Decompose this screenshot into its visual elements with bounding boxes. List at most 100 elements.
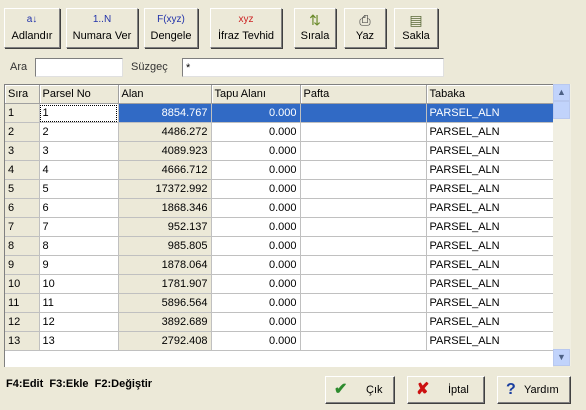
sakla-button[interactable]: ▤ Sakla bbox=[394, 8, 438, 48]
ara-input[interactable] bbox=[35, 58, 123, 77]
alan-cell[interactable]: 4486.272 bbox=[118, 122, 212, 142]
table-row[interactable]: 6 6 1868.346 0.000 PARSEL_ALN bbox=[5, 198, 553, 218]
col-header-sira[interactable]: Sıra bbox=[5, 85, 40, 104]
pafta-cell[interactable] bbox=[300, 274, 427, 294]
parsel-no-cell[interactable]: 5 bbox=[39, 179, 119, 199]
pafta-cell[interactable] bbox=[300, 236, 427, 256]
table-row[interactable]: 4 4 4666.712 0.000 PARSEL_ALN bbox=[5, 160, 553, 180]
tabaka-cell[interactable]: PARSEL_ALN bbox=[426, 274, 553, 294]
tapu-alani-cell[interactable]: 0.000 bbox=[211, 141, 301, 161]
cancel-button[interactable]: ✘ İptal bbox=[407, 376, 485, 404]
alan-cell[interactable]: 4089.923 bbox=[118, 141, 212, 161]
tabaka-cell[interactable]: PARSEL_ALN bbox=[426, 141, 553, 161]
table-row[interactable]: 5 5 17372.992 0.000 PARSEL_ALN bbox=[5, 179, 553, 199]
table-row[interactable]: 12 12 3892.689 0.000 PARSEL_ALN bbox=[5, 312, 553, 332]
table-row[interactable]: 13 13 2792.408 0.000 PARSEL_ALN bbox=[5, 331, 553, 351]
tabaka-cell[interactable]: PARSEL_ALN bbox=[426, 160, 553, 180]
parsel-no-cell[interactable]: 13 bbox=[39, 331, 119, 351]
col-header-tapu-alani[interactable]: Tapu Alanı bbox=[211, 85, 301, 104]
scroll-down-icon[interactable]: ▼ bbox=[553, 349, 570, 366]
tapu-alani-cell[interactable]: 0.000 bbox=[211, 293, 301, 313]
table-row[interactable]: 11 11 5896.564 0.000 PARSEL_ALN bbox=[5, 293, 553, 313]
tabaka-cell[interactable]: PARSEL_ALN bbox=[426, 198, 553, 218]
tapu-alani-cell[interactable]: 0.000 bbox=[211, 103, 301, 123]
tapu-alani-cell[interactable]: 0.000 bbox=[211, 255, 301, 275]
pafta-cell[interactable] bbox=[300, 103, 427, 123]
vertical-scrollbar[interactable]: ▲ ▼ bbox=[553, 84, 571, 366]
tabaka-cell[interactable]: PARSEL_ALN bbox=[426, 236, 553, 256]
parsel-no-cell[interactable]: 3 bbox=[39, 141, 119, 161]
tapu-alani-cell[interactable]: 0.000 bbox=[211, 331, 301, 351]
table-row[interactable]: 10 10 1781.907 0.000 PARSEL_ALN bbox=[5, 274, 553, 294]
alan-cell[interactable]: 1878.064 bbox=[118, 255, 212, 275]
col-header-parsel-no[interactable]: Parsel No bbox=[39, 85, 119, 104]
pafta-cell[interactable] bbox=[300, 122, 427, 142]
tapu-alani-cell[interactable]: 0.000 bbox=[211, 122, 301, 142]
alan-cell[interactable]: 3892.689 bbox=[118, 312, 212, 332]
table-row[interactable]: 2 2 4486.272 0.000 PARSEL_ALN bbox=[5, 122, 553, 142]
col-header-tabaka[interactable]: Tabaka bbox=[426, 85, 553, 104]
pafta-cell[interactable] bbox=[300, 312, 427, 332]
tabaka-cell[interactable]: PARSEL_ALN bbox=[426, 122, 553, 142]
tapu-alani-cell[interactable]: 0.000 bbox=[211, 160, 301, 180]
sirala-button[interactable]: ⇅ Sırala bbox=[294, 8, 336, 48]
scroll-thumb[interactable] bbox=[553, 101, 570, 119]
parsel-no-cell[interactable]: 12 bbox=[39, 312, 119, 332]
col-header-alan[interactable]: Alan bbox=[118, 85, 212, 104]
tabaka-cell[interactable]: PARSEL_ALN bbox=[426, 103, 553, 123]
alan-cell[interactable]: 5896.564 bbox=[118, 293, 212, 313]
tabaka-cell[interactable]: PARSEL_ALN bbox=[426, 293, 553, 313]
alan-cell[interactable]: 2792.408 bbox=[118, 331, 212, 351]
col-header-pafta[interactable]: Pafta bbox=[300, 85, 427, 104]
tapu-alani-cell[interactable]: 0.000 bbox=[211, 274, 301, 294]
tapu-alani-cell[interactable]: 0.000 bbox=[211, 198, 301, 218]
parsel-no-cell[interactable]: 11 bbox=[39, 293, 119, 313]
pafta-cell[interactable] bbox=[300, 179, 427, 199]
tabaka-cell[interactable]: PARSEL_ALN bbox=[426, 179, 553, 199]
parsel-no-cell[interactable]: 8 bbox=[39, 236, 119, 256]
pafta-cell[interactable] bbox=[300, 255, 427, 275]
pafta-cell[interactable] bbox=[300, 217, 427, 237]
alan-cell[interactable]: 1868.346 bbox=[118, 198, 212, 218]
parsel-no-cell[interactable]: 7 bbox=[39, 217, 119, 237]
table-row[interactable]: 3 3 4089.923 0.000 PARSEL_ALN bbox=[5, 141, 553, 161]
table-row[interactable]: 7 7 952.137 0.000 PARSEL_ALN bbox=[5, 217, 553, 237]
tabaka-cell[interactable]: PARSEL_ALN bbox=[426, 312, 553, 332]
pafta-cell[interactable] bbox=[300, 141, 427, 161]
parsel-no-cell[interactable]: 9 bbox=[39, 255, 119, 275]
alan-cell[interactable]: 1781.907 bbox=[118, 274, 212, 294]
numara-ver-button[interactable]: 1..N Numara Ver bbox=[66, 8, 138, 48]
parsel-no-cell[interactable]: 2 bbox=[39, 122, 119, 142]
alan-cell[interactable]: 17372.992 bbox=[118, 179, 212, 199]
alan-cell[interactable]: 985.805 bbox=[118, 236, 212, 256]
tabaka-cell[interactable]: PARSEL_ALN bbox=[426, 331, 553, 351]
parcel-grid[interactable]: Sıra Parsel No Alan Tapu Alanı Pafta Tab… bbox=[4, 84, 553, 367]
tapu-alani-cell[interactable]: 0.000 bbox=[211, 312, 301, 332]
table-row[interactable]: 9 9 1878.064 0.000 PARSEL_ALN bbox=[5, 255, 553, 275]
tapu-alani-cell[interactable]: 0.000 bbox=[211, 217, 301, 237]
table-row[interactable]: 1 1 8854.767 0.000 PARSEL_ALN bbox=[5, 103, 553, 123]
pafta-cell[interactable] bbox=[300, 198, 427, 218]
table-row[interactable]: 8 8 985.805 0.000 PARSEL_ALN bbox=[5, 236, 553, 256]
ifraz-tevhid-button[interactable]: xyz İfraz Tevhid bbox=[210, 8, 282, 48]
pafta-cell[interactable] bbox=[300, 160, 427, 180]
tabaka-cell[interactable]: PARSEL_ALN bbox=[426, 255, 553, 275]
scroll-up-icon[interactable]: ▲ bbox=[553, 84, 570, 101]
pafta-cell[interactable] bbox=[300, 293, 427, 313]
alan-cell[interactable]: 4666.712 bbox=[118, 160, 212, 180]
parsel-no-cell[interactable]: 1 bbox=[39, 103, 119, 123]
parsel-no-cell[interactable]: 10 bbox=[39, 274, 119, 294]
help-button[interactable]: ? Yardım bbox=[497, 376, 571, 404]
parsel-no-cell[interactable]: 4 bbox=[39, 160, 119, 180]
alan-cell[interactable]: 8854.767 bbox=[118, 103, 212, 123]
dengele-button[interactable]: F(xyz) Dengele bbox=[144, 8, 198, 48]
tapu-alani-cell[interactable]: 0.000 bbox=[211, 179, 301, 199]
alan-cell[interactable]: 952.137 bbox=[118, 217, 212, 237]
adlandir-button[interactable]: a↓ Adlandır bbox=[4, 8, 60, 48]
pafta-cell[interactable] bbox=[300, 331, 427, 351]
tabaka-cell[interactable]: PARSEL_ALN bbox=[426, 217, 553, 237]
suzgec-input[interactable] bbox=[182, 58, 444, 77]
exit-button[interactable]: ✔ Çık bbox=[325, 376, 395, 404]
parsel-no-cell[interactable]: 6 bbox=[39, 198, 119, 218]
yaz-button[interactable]: ⎙ Yaz bbox=[344, 8, 386, 48]
